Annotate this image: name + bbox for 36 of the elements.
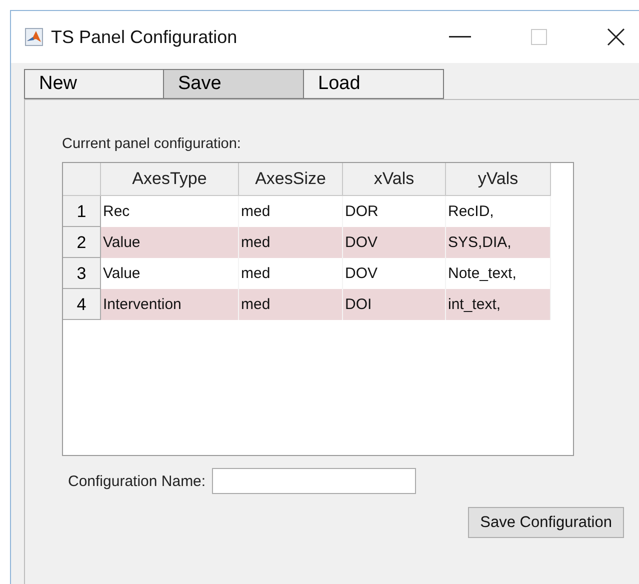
tab[interactable]: New <box>24 69 164 99</box>
input-field[interactable] <box>212 468 416 494</box>
row-header[interactable]: 3 <box>63 258 101 289</box>
table-cell: DOV <box>343 227 446 258</box>
tab[interactable]: Save <box>164 69 304 99</box>
table-cell: med <box>239 227 343 258</box>
table-cell: DOR <box>343 196 446 227</box>
table-cell: Intervention <box>101 289 239 320</box>
save-configuration-button[interactable]: Save Configuration <box>468 507 624 538</box>
table-cell: DOI <box>343 289 446 320</box>
column-header[interactable]: xVals <box>343 163 446 196</box>
column-header[interactable]: yVals <box>446 163 551 196</box>
table-cell: RecID, <box>446 196 551 227</box>
table-cell: DOV <box>343 258 446 289</box>
table-cell: med <box>239 258 343 289</box>
table-cell: Rec <box>101 196 239 227</box>
close-icon[interactable] <box>607 28 625 46</box>
app-logo-icon <box>25 28 43 46</box>
minimize-icon[interactable] <box>449 36 471 38</box>
window-title: TS Panel Configuration <box>51 26 238 48</box>
table-cell: Value <box>101 227 239 258</box>
row-header[interactable]: 4 <box>63 289 101 320</box>
row-header[interactable]: 2 <box>63 227 101 258</box>
table-cell: med <box>239 196 343 227</box>
table-cell: SYS,DIA, <box>446 227 551 258</box>
field-label: Configuration Name: <box>68 472 206 490</box>
table-cell: Note_text, <box>446 258 551 289</box>
column-header[interactable]: AxesType <box>101 163 239 196</box>
table-cell: Value <box>101 258 239 289</box>
table-cell: int_text, <box>446 289 551 320</box>
table-cell: med <box>239 289 343 320</box>
table-caption: Current panel configuration: <box>62 136 242 152</box>
tab[interactable]: Load <box>304 69 444 99</box>
column-header[interactable]: AxesSize <box>239 163 343 196</box>
row-header[interactable]: 1 <box>63 196 101 227</box>
corner-cell <box>63 163 101 196</box>
